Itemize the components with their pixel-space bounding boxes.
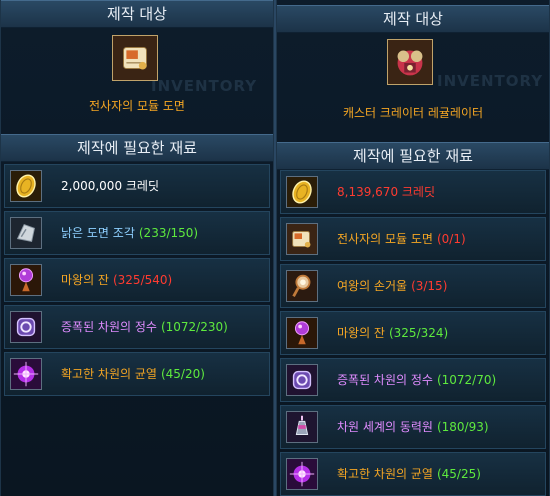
dimension-world-power-icon[interactable] (286, 411, 318, 443)
material-label: 증폭된 차원의 정수 (1072/230) (61, 306, 228, 348)
material-row[interactable]: 증폭된 차원의 정수 (1072/70) (280, 358, 546, 402)
target-header: 제작 대상 (1, 0, 273, 28)
material-label: 확고한 차원의 균열 (45/25) (337, 453, 481, 495)
material-name: 2,000,000 크레딧 (61, 179, 160, 193)
blueprint-scroll-icon[interactable] (112, 35, 158, 81)
material-label: 8,139,670 크레딧 (337, 171, 435, 213)
materials-header: 제작에 필요한 재료 (277, 142, 549, 170)
material-label: 차원 세계의 동력원 (180/93) (337, 406, 489, 448)
material-count: (233/150) (138, 226, 199, 240)
material-label: 2,000,000 크레딧 (61, 165, 159, 207)
caster-crater-regulator-icon[interactable] (387, 39, 433, 85)
material-count: (1072/230) (160, 320, 228, 334)
dimension-rift-icon[interactable] (10, 358, 42, 390)
target-header: 제작 대상 (277, 5, 549, 33)
old-blueprint-piece-icon[interactable] (10, 217, 42, 249)
blueprint-scroll-icon[interactable] (286, 223, 318, 255)
material-row[interactable]: 전사자의 모듈 도면 (0/1) (280, 217, 546, 261)
inventory-watermark: INVENTORY (437, 72, 544, 90)
target-item-name: 전사자의 모듈 도면 (89, 99, 185, 113)
amplified-dimension-essence-icon[interactable] (10, 311, 42, 343)
material-row[interactable]: 낡은 도면 조각 (233/150) (4, 211, 270, 255)
queen-mirror-icon[interactable] (286, 270, 318, 302)
material-row[interactable]: 여왕의 손거울 (3/15) (280, 264, 546, 308)
crafting-panel-left: 제작 대상 INVENTORY 전사자의 모듈 도면 제작에 필요한 재료 2,… (0, 0, 274, 496)
demon-cup-icon[interactable] (10, 264, 42, 296)
material-row[interactable]: 확고한 차원의 균열 (45/25) (280, 452, 546, 496)
material-name: 8,139,670 크레딧 (337, 185, 436, 199)
material-label: 확고한 차원의 균열 (45/20) (61, 353, 205, 395)
target-area: INVENTORY 캐스터 크레이터 레귤레이터 (277, 32, 549, 138)
material-name: 여왕의 손거울 (337, 279, 408, 293)
material-row[interactable]: 증폭된 차원의 정수 (1072/230) (4, 305, 270, 349)
material-row[interactable]: 2,000,000 크레딧 (4, 164, 270, 208)
target-area: INVENTORY 전사자의 모듈 도면 (1, 27, 273, 130)
material-name: 전사자의 모듈 도면 (337, 232, 433, 246)
material-label: 여왕의 손거울 (3/15) (337, 265, 447, 307)
material-count: (45/25) (436, 467, 481, 481)
material-count: (3/15) (411, 279, 448, 293)
material-label: 마왕의 잔 (325/324) (337, 312, 448, 354)
material-name: 증폭된 차원의 정수 (337, 373, 433, 387)
material-name: 낡은 도면 조각 (61, 226, 135, 240)
material-row[interactable]: 확고한 차원의 균열 (45/20) (4, 352, 270, 396)
materials-header: 제작에 필요한 재료 (1, 134, 273, 162)
material-name: 확고한 차원의 균열 (61, 367, 157, 381)
material-name: 증폭된 차원의 정수 (61, 320, 157, 334)
material-count: (325/324) (388, 326, 449, 340)
demon-cup-icon[interactable] (286, 317, 318, 349)
material-name: 마왕의 잔 (61, 273, 109, 287)
material-label: 낡은 도면 조각 (233/150) (61, 212, 198, 254)
material-count: (45/20) (160, 367, 205, 381)
material-count: (1072/70) (436, 373, 497, 387)
credit-coin-icon[interactable] (10, 170, 42, 202)
material-count: (180/93) (436, 420, 489, 434)
material-name: 마왕의 잔 (337, 326, 385, 340)
material-name: 확고한 차원의 균열 (337, 467, 433, 481)
amplified-dimension-essence-icon[interactable] (286, 364, 318, 396)
credit-coin-icon[interactable] (286, 176, 318, 208)
material-label: 마왕의 잔 (325/540) (61, 259, 172, 301)
material-label: 증폭된 차원의 정수 (1072/70) (337, 359, 496, 401)
material-row[interactable]: 8,139,670 크레딧 (280, 170, 546, 214)
target-item-name: 캐스터 크레이터 레귤레이터 (342, 106, 484, 120)
inventory-watermark: INVENTORY (151, 77, 258, 95)
material-name: 차원 세계의 동력원 (337, 420, 433, 434)
dimension-rift-icon[interactable] (286, 458, 318, 490)
material-label: 전사자의 모듈 도면 (0/1) (337, 218, 466, 260)
material-count: (0/1) (436, 232, 466, 246)
material-row[interactable]: 마왕의 잔 (325/324) (280, 311, 546, 355)
material-row[interactable]: 차원 세계의 동력원 (180/93) (280, 405, 546, 449)
material-row[interactable]: 마왕의 잔 (325/540) (4, 258, 270, 302)
crafting-panel-right: 제작 대상 INVENTORY 캐스터 크레이터 레귤레이터 제작에 필요한 재… (276, 0, 550, 496)
material-count: (325/540) (112, 273, 173, 287)
